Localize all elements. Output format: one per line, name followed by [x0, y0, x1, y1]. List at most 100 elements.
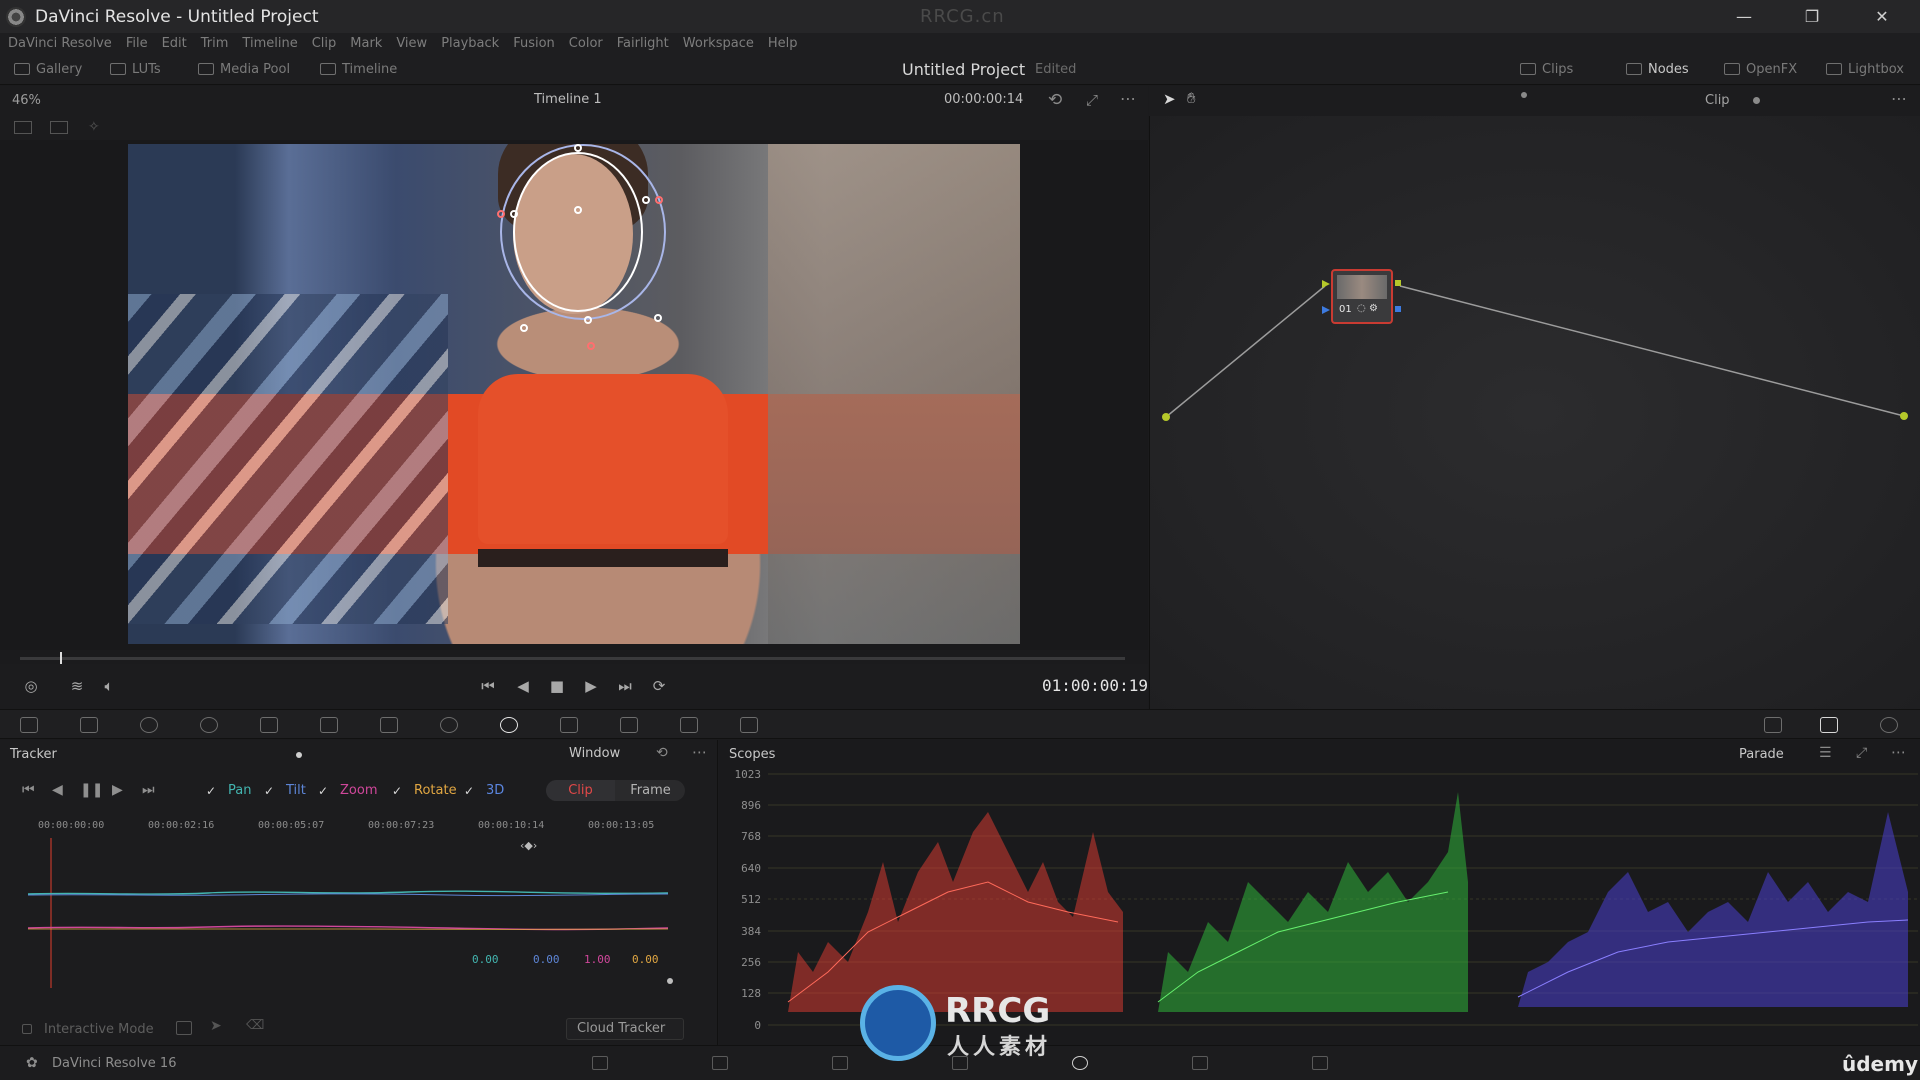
power-window-ellipse[interactable]: [513, 152, 643, 312]
color-wheels-icon[interactable]: [140, 717, 158, 733]
3d-checkbox[interactable]: ✓: [464, 784, 474, 798]
gallery-button[interactable]: Gallery: [14, 59, 82, 79]
window-handle-bottom[interactable]: [584, 316, 592, 324]
rgb-mixer-icon[interactable]: [200, 717, 218, 733]
stop-button[interactable]: ■: [546, 675, 568, 697]
pan-checkbox[interactable]: ✓: [206, 784, 216, 798]
media-page-icon[interactable]: [592, 1056, 608, 1070]
window-softness-handle-left[interactable]: [497, 210, 505, 218]
fairlight-page-icon[interactable]: [1192, 1056, 1208, 1070]
keyframes-icon[interactable]: [1764, 717, 1782, 733]
node-graph[interactable]: 01 ◌ ⚙: [1149, 116, 1920, 709]
window-softness-handle-br[interactable]: [654, 314, 662, 322]
key-icon[interactable]: [620, 717, 638, 733]
color-match-icon[interactable]: [80, 717, 98, 733]
luts-button[interactable]: LUTs: [110, 59, 161, 79]
node-zoom-dot[interactable]: [1521, 92, 1527, 98]
video-frame-image[interactable]: [128, 144, 1020, 644]
scope-type-dropdown[interactable]: Parade: [1739, 747, 1784, 762]
deliver-page-icon[interactable]: [1312, 1056, 1328, 1070]
menu-view[interactable]: View: [396, 36, 427, 51]
menu-timeline[interactable]: Timeline: [242, 36, 297, 51]
scopes-icon[interactable]: [1820, 717, 1838, 733]
motion-effects-icon[interactable]: [260, 717, 278, 733]
menu-workspace[interactable]: Workspace: [683, 36, 754, 51]
tracker-timeline-ruler[interactable]: 00:00:00:00 00:00:02:16 00:00:05:07 00:0…: [28, 818, 673, 838]
window-center-handle[interactable]: [574, 206, 582, 214]
window-softness-handle-bottom[interactable]: [587, 342, 595, 350]
split-screen-icon[interactable]: [50, 121, 68, 134]
openfx-button[interactable]: OpenFX: [1724, 59, 1797, 79]
timeline-button[interactable]: Timeline: [320, 59, 397, 79]
menu-mark[interactable]: Mark: [350, 36, 382, 51]
go-to-end-button[interactable]: ⏭: [614, 675, 636, 697]
corrector-node-01[interactable]: 01 ◌ ⚙: [1331, 269, 1393, 324]
menu-fairlight[interactable]: Fairlight: [617, 36, 669, 51]
scope-expand-icon[interactable]: ⤢: [1856, 745, 1867, 761]
minimize-button[interactable]: —: [1712, 0, 1776, 33]
qualifier-icon[interactable]: [380, 717, 398, 733]
go-to-start-button[interactable]: ⏮: [477, 675, 499, 697]
highlight-icon[interactable]: ✧: [88, 119, 100, 135]
tracker-options-icon[interactable]: ⋯: [692, 743, 707, 761]
cloud-tracker-dropdown[interactable]: Cloud Tracker: [566, 1018, 684, 1040]
menu-clip[interactable]: Clip: [312, 36, 337, 51]
delete-point-icon[interactable]: ⌫: [246, 1018, 264, 1033]
loop-button[interactable]: ⟳: [648, 675, 670, 697]
fullscreen-icon[interactable]: ⤢: [1086, 91, 1098, 109]
timeline-selector[interactable]: Timeline 1: [534, 92, 602, 107]
lightbox-button[interactable]: Lightbox: [1826, 59, 1904, 79]
scope-options-icon[interactable]: ⋯: [1891, 743, 1906, 761]
track-reverse-button[interactable]: ◀: [52, 782, 63, 798]
clips-button[interactable]: Clips: [1520, 59, 1573, 79]
sizing-icon[interactable]: [680, 717, 698, 733]
close-button[interactable]: ✕: [1850, 0, 1914, 33]
track-pause-button[interactable]: ❚❚: [80, 782, 103, 798]
window-handle-top[interactable]: [574, 144, 582, 152]
node-mode-dropdown[interactable]: Clip: [1705, 93, 1730, 108]
menu-help[interactable]: Help: [768, 36, 798, 51]
color-page-icon[interactable]: [1072, 1056, 1088, 1070]
tracker-icon[interactable]: [500, 717, 518, 733]
media-pool-button[interactable]: Media Pool: [198, 59, 290, 79]
window-icon[interactable]: [440, 717, 458, 733]
track-forward-button[interactable]: ▶: [112, 782, 123, 798]
image-wipe-icon[interactable]: [14, 121, 32, 134]
volume-icon[interactable]: 🔈︎: [98, 675, 120, 697]
pointer-tool-icon[interactable]: ➤: [1163, 90, 1176, 108]
cut-page-icon[interactable]: [712, 1056, 728, 1070]
interactive-mode-checkbox[interactable]: [22, 1024, 32, 1034]
window-handle-right[interactable]: [642, 196, 650, 204]
window-handle-left[interactable]: [510, 210, 518, 218]
menu-trim[interactable]: Trim: [201, 36, 229, 51]
window-softness-handle-right[interactable]: [655, 196, 663, 204]
curves-icon[interactable]: [320, 717, 338, 733]
scope-settings-icon[interactable]: ☰: [1819, 745, 1832, 761]
menu-fusion[interactable]: Fusion: [513, 36, 555, 51]
window-softness-handle-bl[interactable]: [520, 324, 528, 332]
info-icon[interactable]: [1880, 717, 1898, 733]
tilt-checkbox[interactable]: ✓: [264, 784, 274, 798]
play-button[interactable]: ▶: [580, 675, 602, 697]
tracker-graph[interactable]: ‹◆›: [28, 838, 673, 988]
audio-track-icon[interactable]: ≋: [66, 675, 88, 697]
camera-raw-icon[interactable]: [20, 717, 38, 733]
hand-tool-icon[interactable]: ✋︎: [1187, 89, 1196, 107]
menu-davinci-resolve[interactable]: DaVinci Resolve: [8, 36, 112, 51]
node-options-icon[interactable]: ⋯: [1891, 89, 1907, 108]
tracker-mode-dropdown[interactable]: Window: [569, 746, 620, 761]
viewer-scrubber[interactable]: [20, 652, 1125, 664]
source-timecode[interactable]: 00:00:00:14: [944, 92, 1023, 107]
rotate-checkbox[interactable]: ✓: [392, 784, 402, 798]
edit-page-icon[interactable]: [832, 1056, 848, 1070]
3d-icon[interactable]: [740, 717, 758, 733]
nodes-button[interactable]: Nodes: [1626, 59, 1689, 79]
scrubber-playhead[interactable]: [60, 652, 62, 664]
track-forward-frame-button[interactable]: ⏭: [142, 782, 155, 798]
menu-edit[interactable]: Edit: [162, 36, 187, 51]
viewer-mode-icon[interactable]: ◎: [20, 675, 42, 697]
viewer-options-icon[interactable]: ⋯: [1120, 89, 1136, 108]
play-reverse-button[interactable]: ◀: [512, 675, 534, 697]
frame-mode-button[interactable]: Frame: [616, 780, 685, 801]
track-reverse-frame-button[interactable]: ⏮: [22, 782, 35, 798]
